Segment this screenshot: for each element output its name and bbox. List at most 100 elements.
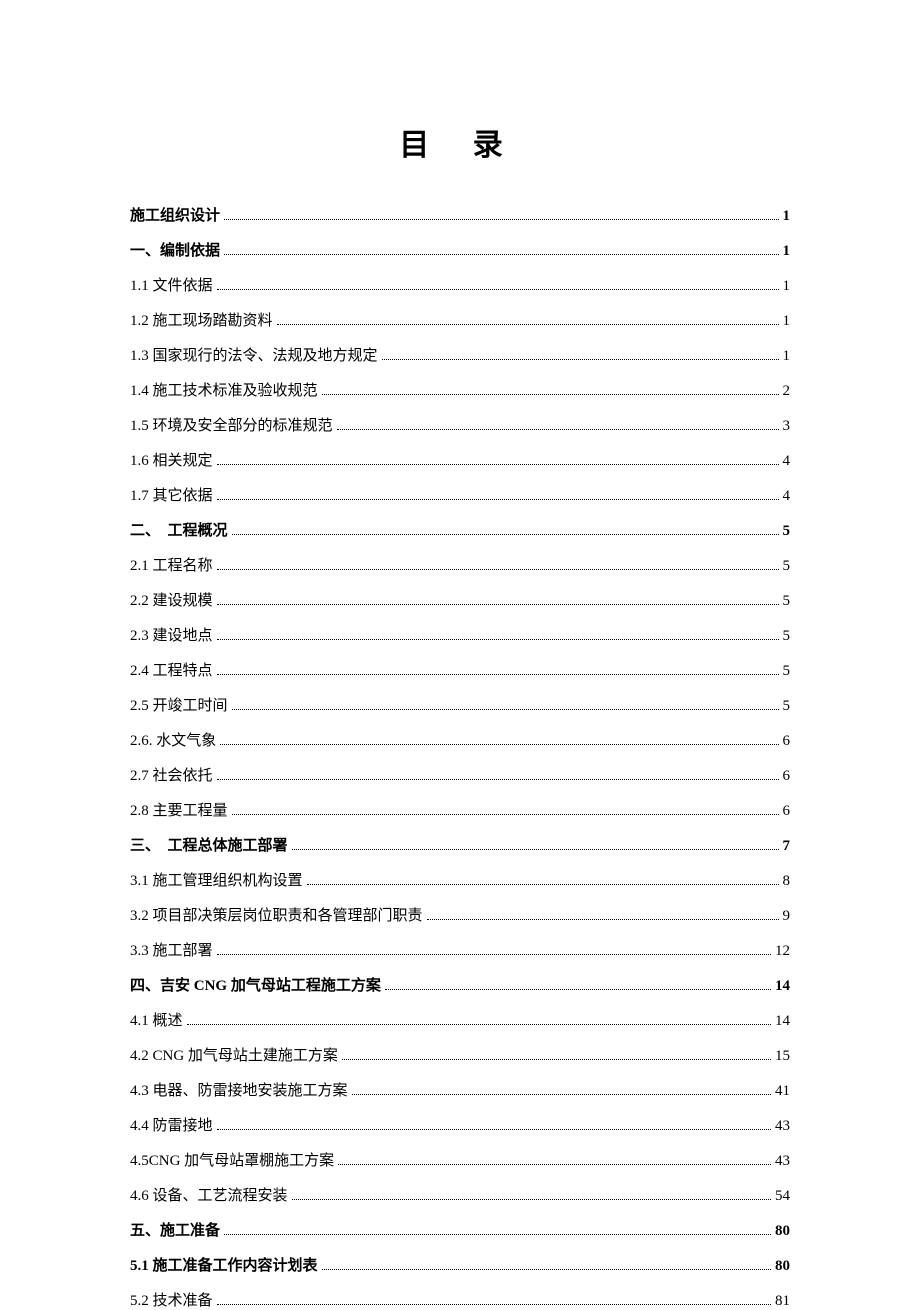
- toc-row: 4.3 电器、防雷接地安装施工方案 41: [130, 1079, 790, 1100]
- toc-label: 三、 工程总体施工部署: [130, 834, 288, 855]
- toc-page-number: 4: [783, 453, 791, 470]
- toc-row: 4.4 防雷接地43: [130, 1114, 790, 1135]
- toc-row: 1.6 相关规定4: [130, 449, 790, 470]
- toc-label: 2.3 建设地点: [130, 624, 213, 645]
- toc-leader-dots: [322, 383, 779, 395]
- toc-leader-dots: [322, 1258, 771, 1270]
- toc-label: 一、编制依据: [130, 239, 220, 260]
- toc-leader-dots: [338, 1153, 771, 1165]
- toc-label: 4.2 CNG 加气母站土建施工方案: [130, 1044, 338, 1065]
- toc-leader-dots: [427, 908, 779, 920]
- toc-row: 3.2 项目部决策层岗位职责和各管理部门职责 9: [130, 904, 790, 925]
- toc-page-number: 1: [783, 278, 791, 295]
- toc-label: 5.1 施工准备工作内容计划表: [130, 1254, 318, 1275]
- toc-leader-dots: [217, 1293, 771, 1305]
- toc-row: 1.3 国家现行的法令、法规及地方规定1: [130, 344, 790, 365]
- toc-leader-dots: [224, 243, 778, 255]
- toc-row: 1.2 施工现场踏勘资料 1: [130, 309, 790, 330]
- toc-leader-dots: [232, 803, 779, 815]
- toc-row: 2.2 建设规模5: [130, 589, 790, 610]
- toc-row: 3.1 施工管理组织机构设置8: [130, 869, 790, 890]
- toc-leader-dots: [187, 1013, 771, 1025]
- toc-label: 施工组织设计: [130, 204, 220, 225]
- toc-row: 4.1 概述 14: [130, 1009, 790, 1030]
- toc-row: 5.2 技术准备81: [130, 1289, 790, 1310]
- toc-label: 2.4 工程特点: [130, 659, 213, 680]
- toc-row: 2.7 社会依托 6: [130, 764, 790, 785]
- page-title: 目 录: [130, 120, 790, 164]
- toc-page-number: 43: [775, 1153, 790, 1170]
- toc-row: 3.3 施工部署12: [130, 939, 790, 960]
- toc-page-number: 5: [783, 698, 791, 715]
- toc-leader-dots: [224, 208, 778, 220]
- toc-label: 2.7 社会依托: [130, 764, 213, 785]
- toc-label: 五、施工准备: [130, 1219, 220, 1240]
- toc-row: 2.6. 水文气象6: [130, 729, 790, 750]
- toc-leader-dots: [342, 1048, 771, 1060]
- toc-page-number: 80: [775, 1258, 790, 1275]
- toc-row: 5.1 施工准备工作内容计划表 80: [130, 1254, 790, 1275]
- toc-row: 1.1 文件依据 1: [130, 274, 790, 295]
- toc-leader-dots: [337, 418, 779, 430]
- toc-row: 1.7 其它依据 4: [130, 484, 790, 505]
- toc-row: 4.6 设备、工艺流程安装 54: [130, 1184, 790, 1205]
- toc-row: 1.4 施工技术标准及验收规范 2: [130, 379, 790, 400]
- toc-label: 1.2 施工现场踏勘资料: [130, 309, 273, 330]
- toc-page-number: 1: [783, 208, 791, 225]
- toc-label: 4.4 防雷接地: [130, 1114, 213, 1135]
- toc-page-number: 7: [783, 838, 791, 855]
- toc-label: 4.3 电器、防雷接地安装施工方案: [130, 1079, 348, 1100]
- toc-page-number: 5: [783, 523, 791, 540]
- toc-leader-dots: [220, 733, 778, 745]
- toc-label: 2.1 工程名称: [130, 554, 213, 575]
- toc-leader-dots: [217, 593, 779, 605]
- toc-row: 2.5 开竣工时间 5: [130, 694, 790, 715]
- toc-row: 一、编制依据 1: [130, 239, 790, 260]
- toc-page-number: 6: [783, 768, 791, 785]
- toc-label: 1.1 文件依据: [130, 274, 213, 295]
- toc-label: 3.1 施工管理组织机构设置: [130, 869, 303, 890]
- toc-leader-dots: [292, 838, 779, 850]
- toc-page-number: 14: [775, 1013, 790, 1030]
- toc-row: 1.5 环境及安全部分的标准规范3: [130, 414, 790, 435]
- toc-page-number: 5: [783, 628, 791, 645]
- toc-page-number: 14: [775, 978, 790, 995]
- toc-page-number: 5: [783, 558, 791, 575]
- toc-leader-dots: [217, 453, 779, 465]
- toc-label: 四、吉安 CNG 加气母站工程施工方案: [130, 974, 381, 995]
- table-of-contents: 施工组织设计1一、编制依据11.1 文件依据11.2 施工现场踏勘资料11.3 …: [130, 204, 790, 1310]
- toc-page-number: 6: [783, 733, 791, 750]
- toc-page-number: 1: [783, 348, 791, 365]
- toc-row: 2.1 工程名称 5: [130, 554, 790, 575]
- toc-label: 4.5CNG 加气母站罩棚施工方案: [130, 1149, 334, 1170]
- toc-label: 1.7 其它依据: [130, 484, 213, 505]
- toc-label: 1.4 施工技术标准及验收规范: [130, 379, 318, 400]
- toc-leader-dots: [307, 873, 779, 885]
- toc-leader-dots: [217, 628, 779, 640]
- toc-page-number: 54: [775, 1188, 790, 1205]
- toc-label: 1.5 环境及安全部分的标准规范: [130, 414, 333, 435]
- toc-leader-dots: [232, 698, 779, 710]
- toc-label: 3.2 项目部决策层岗位职责和各管理部门职责: [130, 904, 423, 925]
- toc-label: 二、 工程概况: [130, 519, 228, 540]
- toc-page-number: 12: [775, 943, 790, 960]
- toc-page-number: 4: [783, 488, 791, 505]
- toc-page-number: 41: [775, 1083, 790, 1100]
- toc-page-number: 1: [783, 243, 791, 260]
- toc-leader-dots: [217, 943, 771, 955]
- toc-leader-dots: [382, 348, 779, 360]
- toc-label: 2.5 开竣工时间: [130, 694, 228, 715]
- toc-row: 二、 工程概况 5: [130, 519, 790, 540]
- toc-page-number: 1: [783, 313, 791, 330]
- toc-label: 4.6 设备、工艺流程安装: [130, 1184, 288, 1205]
- toc-leader-dots: [217, 663, 779, 675]
- toc-label: 5.2 技术准备: [130, 1289, 213, 1310]
- toc-page-number: 80: [775, 1223, 790, 1240]
- toc-page-number: 2: [783, 383, 791, 400]
- toc-leader-dots: [292, 1188, 771, 1200]
- toc-leader-dots: [232, 523, 779, 535]
- toc-page-number: 9: [783, 908, 791, 925]
- toc-page-number: 5: [783, 663, 791, 680]
- toc-label: 4.1 概述: [130, 1009, 183, 1030]
- toc-row: 4.5CNG 加气母站罩棚施工方案 43: [130, 1149, 790, 1170]
